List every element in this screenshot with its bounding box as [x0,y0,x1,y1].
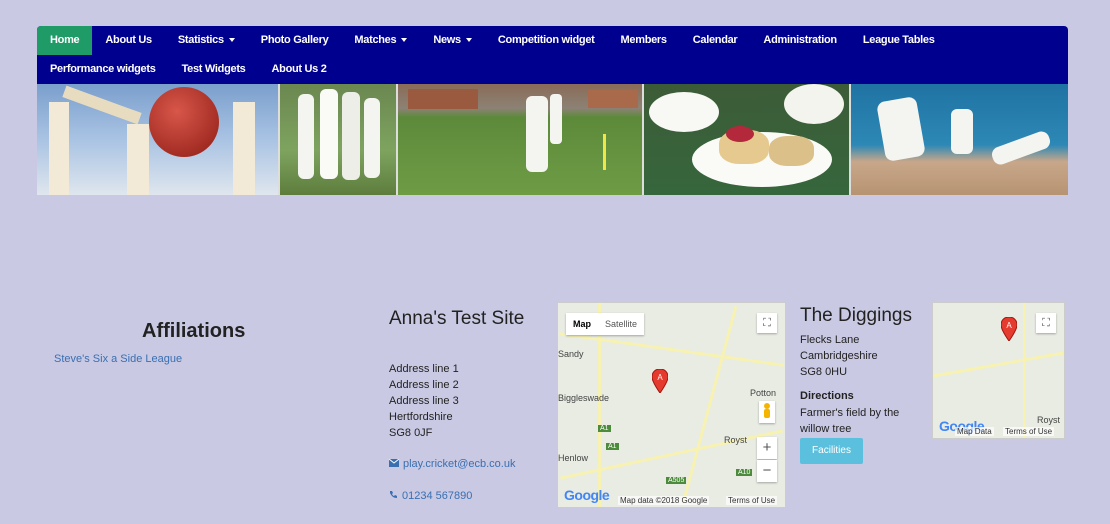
nav-matches[interactable]: Matches [341,26,420,55]
road-shield: A10 [736,469,753,476]
directions-text: Farmer's field by the willow tree [800,407,900,435]
nav-row-2: Performance widgets Test Widgets About U… [37,55,340,84]
site-map[interactable]: Map Satellite ⛶ Sandy Biggleswade Royst … [557,302,786,508]
map-place-label: Henlow [558,453,589,463]
nav-home[interactable]: Home [37,26,93,55]
affiliation-link[interactable]: Steve's Six a Side League [54,353,182,365]
nav-row-1: Home About Us Statistics Photo Gallery M… [37,26,948,55]
affiliations-heading: Affiliations [142,320,246,342]
nav-photo-gallery[interactable]: Photo Gallery [248,26,342,55]
road-shield: A505 [666,477,687,484]
nav-test-widgets[interactable]: Test Widgets [169,55,259,84]
nav-performance-widgets[interactable]: Performance widgets [37,55,169,84]
address-postcode: SG8 0HU [800,366,848,378]
banner-photo-ball-stumps [37,84,280,195]
map-place-label: Biggleswade [558,393,610,403]
address-county: Hertfordshire [389,411,453,423]
address-line: Address line 3 [389,395,459,407]
pegman-icon[interactable] [759,401,775,423]
zoom-out-button[interactable]: − [757,460,777,482]
map-attribution: Map data ©2018 Google [618,496,710,505]
nav-competition-widget[interactable]: Competition widget [485,26,608,55]
main-navbar: Home About Us Statistics Photo Gallery M… [37,26,1068,84]
nav-news[interactable]: News [420,26,485,55]
map-type-satellite[interactable]: Satellite [598,313,644,335]
fullscreen-icon[interactable]: ⛶ [757,313,777,333]
nav-statistics[interactable]: Statistics [165,26,248,55]
address-line: Address line 1 [389,363,459,375]
caret-down-icon [465,38,472,43]
address-line: Flecks Lane [800,334,860,346]
ground-map[interactable]: ⛶ A Royst Google Map Data Terms of Use [932,302,1065,439]
phone-link[interactable]: 01234 567890 [389,490,472,502]
google-logo: Google [564,487,610,503]
address-line: Address line 2 [389,379,459,391]
fullscreen-icon[interactable]: ⛶ [1036,313,1056,333]
road-shield: A1 [598,425,611,432]
directions-heading: Directions [800,390,854,402]
nav-about-us-2[interactable]: About Us 2 [259,55,340,84]
map-place-label: Royst [724,435,748,445]
svg-text:A: A [1006,321,1012,330]
zoom-in-button[interactable]: + [757,437,777,459]
map-attribution: Map Data [955,427,994,436]
road-shield: A1 [606,443,619,450]
site-title: Anna's Test Site [389,308,525,329]
nav-members[interactable]: Members [608,26,680,55]
address-county: Cambridgeshire [800,350,878,362]
ground-name: The Diggings [800,305,912,326]
ground-address: Flecks Lane Cambridgeshire SG8 0HU [800,332,878,380]
banner-photo-batsman [398,84,644,195]
map-place-label: Royst [1037,415,1061,425]
map-place-label: Sandy [558,349,584,359]
map-type-toggle: Map Satellite [566,313,645,335]
caret-down-icon [401,38,408,43]
banner-photo-indoor-cricket [851,84,1068,195]
svg-text:A: A [657,373,663,382]
map-terms-link[interactable]: Terms of Use [726,496,778,505]
banner-photo-cream-tea [644,84,851,195]
nav-administration[interactable]: Administration [750,26,849,55]
map-place-label: Potton [750,388,777,398]
facilities-button[interactable]: Facilities [800,438,863,464]
map-terms-link[interactable]: Terms of Use [1003,427,1055,436]
caret-down-icon [228,38,235,43]
map-type-map[interactable]: Map [566,313,598,335]
nav-calendar[interactable]: Calendar [680,26,751,55]
address-postcode: SG8 0JF [389,427,433,439]
site-address: Address line 1 Address line 2 Address li… [389,361,459,441]
banner-photo-team-celebration [280,84,398,195]
map-pin-icon[interactable]: A [651,368,669,394]
header-banner [37,84,1068,195]
map-pin-icon[interactable]: A [1000,316,1018,342]
phone-icon [389,490,398,502]
nav-league-tables[interactable]: League Tables [850,26,948,55]
email-link[interactable]: play.cricket@ecb.co.uk [388,458,515,470]
envelope-icon [388,458,400,470]
nav-about-us[interactable]: About Us [92,26,164,55]
